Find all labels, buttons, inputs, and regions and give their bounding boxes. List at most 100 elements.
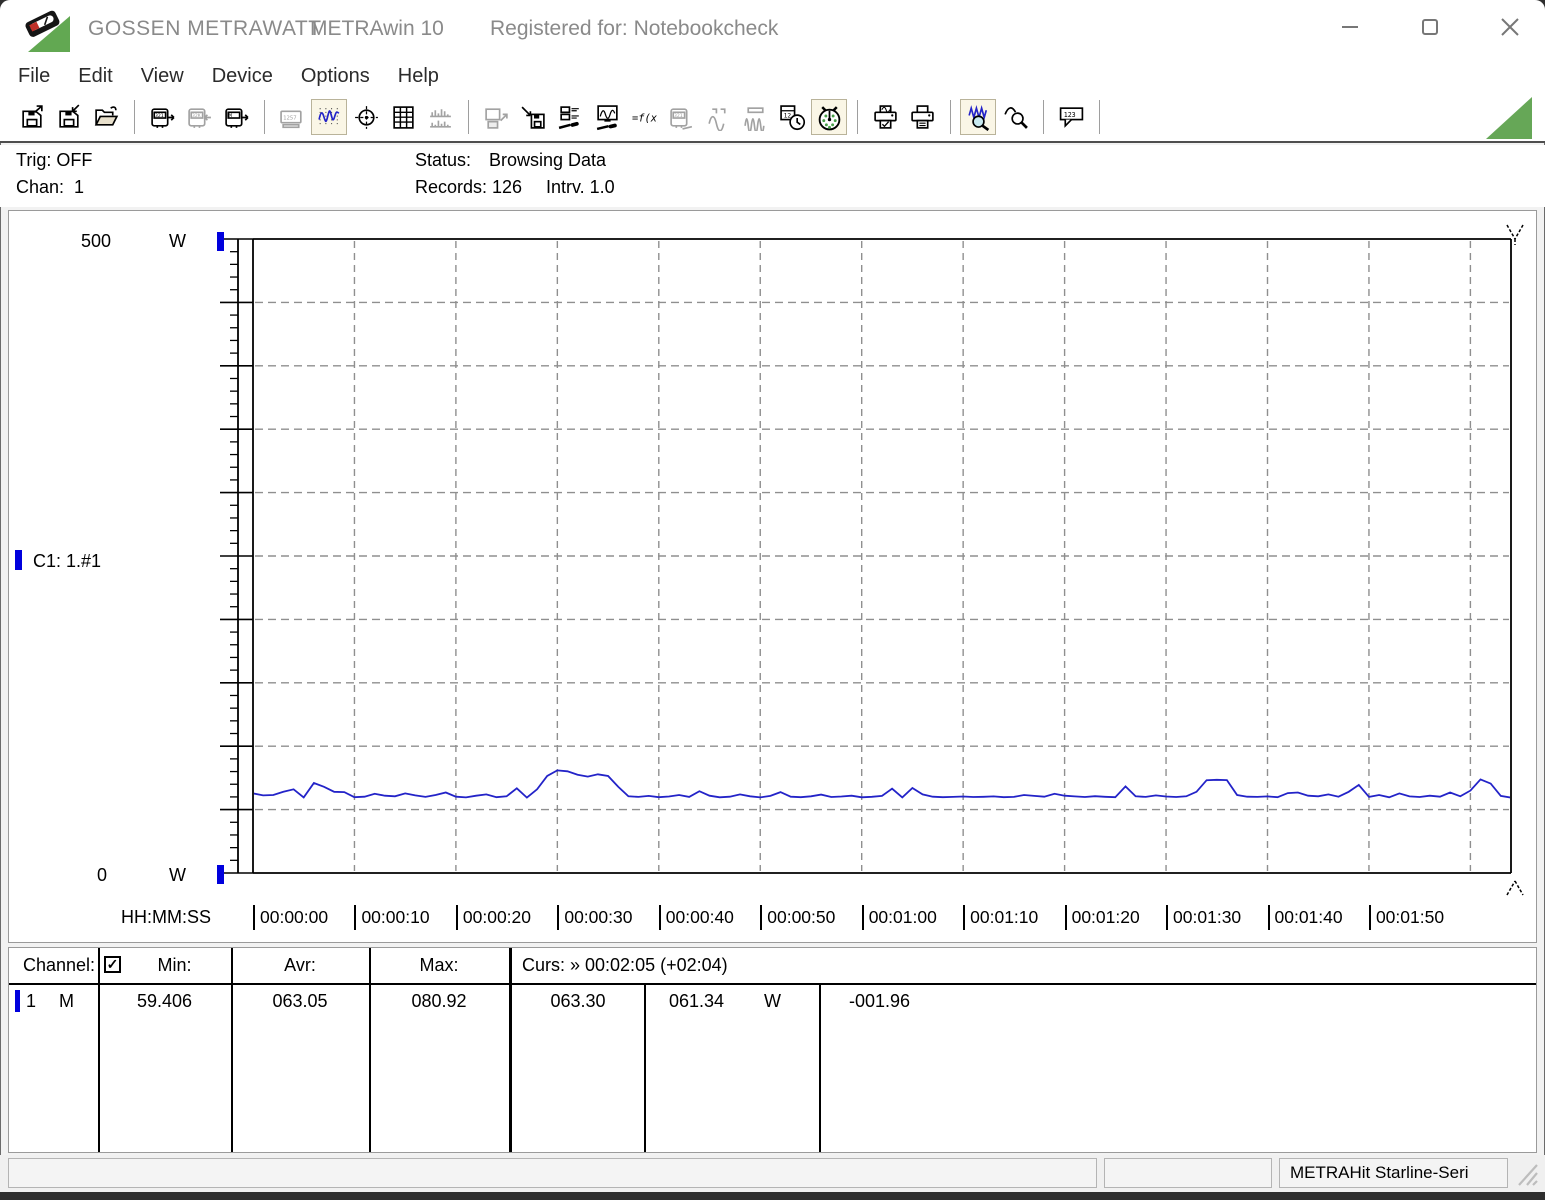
histogram-icon (429, 108, 451, 128)
svg-text:32K: 32K (192, 113, 201, 119)
status-bar: METRAHit Starline-Seri (0, 1155, 1545, 1192)
channel-color-marker (15, 550, 22, 570)
brand-text: GOSSEN METRAWATT (88, 17, 322, 40)
menu-item-help[interactable]: Help (384, 65, 453, 88)
toolbar-separator (468, 100, 469, 134)
menu-item-device[interactable]: Device (198, 65, 287, 88)
records-count: Records: 126 (415, 177, 523, 197)
power-trace (254, 769, 1510, 799)
channel-setup-button[interactable] (552, 99, 588, 135)
import-data-button[interactable] (515, 99, 551, 135)
toolbar-separator (264, 100, 265, 134)
toolbar: 321 32K M 1257 =f(x) 321 12 123 (0, 93, 1545, 143)
chart-panel: 500 W C1: 1.#1 0 W HH:MM:SS 00:00:00 00:0… (8, 210, 1537, 943)
y-axis-unit-bottom: W (169, 865, 186, 885)
channel-status: Chan: 1 (16, 177, 85, 197)
print-button[interactable] (904, 99, 940, 135)
header-channel: Channel: (23, 955, 96, 975)
zoom-out-button[interactable] (997, 99, 1033, 135)
zoom-out-icon (1003, 106, 1028, 129)
channel-row-color-bar (15, 990, 20, 1012)
row-min-value: 59.406 (136, 991, 193, 1011)
table-header-divider (9, 983, 1536, 985)
values-tooltip-button[interactable]: 123 (1053, 99, 1089, 135)
cursor-handle[interactable] (1506, 224, 1524, 896)
brand-triangle-icon (1486, 97, 1532, 139)
formula-button[interactable]: =f(x) (626, 99, 662, 135)
statusbar-panel-device: METRAHit Starline-Seri (1279, 1158, 1508, 1188)
axis-range-marker-top[interactable] (217, 232, 224, 251)
trigger-status: Trig: OFF (16, 150, 93, 170)
export-data-button[interactable] (478, 99, 514, 135)
trigger-multi-icon (743, 106, 765, 131)
x-tick-label: 00:00:50 (760, 905, 835, 930)
resize-grip[interactable] (1513, 1159, 1539, 1192)
svg-text:1257: 1257 (283, 115, 296, 121)
minimize-icon (1342, 26, 1358, 28)
menu-item-edit[interactable]: Edit (64, 65, 126, 88)
svg-text:M: M (229, 113, 232, 119)
status-value: Browsing Data (489, 150, 607, 170)
save-as-icon (58, 103, 79, 128)
device-write-button[interactable]: 32K (181, 99, 217, 135)
app-title: METRAwin 10 (310, 17, 444, 40)
data-table-button[interactable] (385, 99, 421, 135)
device-read-button[interactable]: 321 (144, 99, 180, 135)
window-controls (1333, 10, 1527, 44)
time-setup-button[interactable]: 12 (774, 99, 810, 135)
xy-chart-button[interactable] (348, 99, 384, 135)
metrawin-window: GOSSEN METRAWATT METRAwin 10 Registered … (0, 0, 1545, 1192)
row-unit: W (764, 991, 781, 1011)
memory-read-button[interactable]: M (218, 99, 254, 135)
numeric-display-button[interactable]: 1257 (274, 99, 310, 135)
zoom-signal-button[interactable] (960, 99, 996, 135)
menu-item-view[interactable]: View (127, 65, 198, 88)
live-gauge-icon (818, 105, 840, 130)
x-tick-label: 00:01:50 (1368, 905, 1444, 930)
info-bar: Trig: OFF Chan: 1 Status: Browsing Data … (0, 145, 1545, 207)
toolbar-separator (134, 100, 135, 134)
zoom-signal-icon (967, 104, 989, 131)
stats-table: Channel: ✓ Min: Avr: Max: Curs: » 00:02:… (8, 947, 1537, 1153)
chart-plot[interactable] (9, 211, 1536, 942)
save-as-button[interactable] (51, 99, 87, 135)
open-folder-icon (94, 105, 118, 126)
row-max-value: 080.92 (411, 991, 467, 1011)
trigger-single-button[interactable] (700, 99, 736, 135)
registered-text: Registered for: Notebookcheck (490, 17, 779, 40)
axis-range-marker-bottom[interactable] (217, 865, 224, 884)
print-icon (910, 104, 934, 129)
menu-item-file[interactable]: File (4, 65, 64, 88)
export-data-icon (484, 107, 508, 129)
device-settings-button[interactable]: 321 (663, 99, 699, 135)
trigger-multi-button[interactable] (737, 99, 773, 135)
print-preview-button[interactable] (867, 99, 903, 135)
header-min: Min: (157, 955, 192, 975)
y-axis-max-label: 500 (80, 231, 111, 251)
svg-text:123: 123 (1063, 111, 1075, 119)
display-setup-icon (596, 104, 618, 130)
xy-chart-icon (354, 105, 378, 129)
menu-item-options[interactable]: Options (287, 65, 384, 88)
interval-value: Intrv. 1.0 (546, 177, 615, 197)
status-label: Status: (415, 150, 472, 170)
minimize-button[interactable] (1333, 10, 1367, 44)
row-avr-value: 063.05 (272, 991, 328, 1011)
x-tick-label: 00:00:10 (354, 905, 430, 930)
live-gauge-button[interactable] (811, 99, 847, 135)
maximize-button[interactable] (1413, 10, 1447, 44)
line-chart-icon (317, 107, 339, 127)
toolbar-separator (857, 100, 858, 134)
display-setup-button[interactable] (589, 99, 625, 135)
toolbar-separator (1099, 100, 1100, 134)
open-file-button[interactable] (88, 99, 124, 135)
x-axis-name: HH:MM:SS (121, 907, 211, 927)
x-tick-label: 00:01:30 (1166, 905, 1241, 930)
close-button[interactable] (1493, 10, 1527, 44)
toolbar-separator (1043, 100, 1044, 134)
histogram-button[interactable] (422, 99, 458, 135)
header-cursor: Curs: » 00:02:05 (+02:04) (522, 955, 728, 975)
import-data-icon (520, 106, 545, 129)
line-chart-button[interactable] (311, 99, 347, 135)
save-export-button[interactable] (14, 99, 50, 135)
